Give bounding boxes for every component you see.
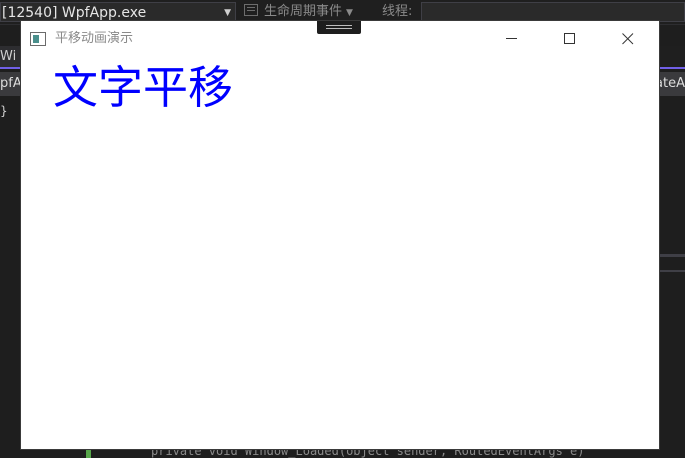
scrollbar-marker — [659, 270, 685, 272]
screen: [12540] WpfApp.exe ▼ 生命周期事件 ▼ 线程: Wi pfA … — [0, 0, 685, 458]
process-dropdown[interactable]: [12540] WpfApp.exe ▼ — [0, 2, 236, 22]
code-editor-line: private void Window_Loaded(object sender… — [0, 448, 685, 458]
tab-document[interactable]: Wi — [0, 46, 21, 68]
maximize-icon — [564, 33, 575, 44]
process-dropdown-value: [12540] WpfApp.exe — [2, 5, 147, 21]
lifecycle-events-label: 生命周期事件 — [264, 4, 343, 19]
wpf-window[interactable]: 平移动画演示 文字平移 — [21, 21, 659, 449]
maximize-button[interactable] — [547, 21, 593, 56]
window-app-icon[interactable] — [30, 32, 46, 46]
window-title: 平移动画演示 — [55, 31, 134, 46]
thread-dropdown[interactable] — [421, 2, 685, 22]
close-button[interactable] — [605, 21, 651, 56]
minimize-icon — [506, 38, 517, 39]
change-indicator — [86, 448, 91, 458]
close-icon — [622, 33, 634, 45]
minimize-button[interactable] — [489, 21, 535, 56]
animated-text: 文字平移 — [53, 61, 234, 114]
window-titlebar[interactable]: 平移动画演示 — [21, 21, 659, 56]
member-dropdown[interactable]: ateA — [657, 72, 685, 96]
code-line-text: private void Window_Loaded(object sender… — [151, 448, 585, 458]
project-dropdown[interactable]: pfA — [0, 72, 22, 96]
chevron-down-icon: ▼ — [224, 8, 231, 18]
drag-handle-icon[interactable] — [317, 21, 361, 34]
code-brace: } — [0, 104, 8, 118]
lifecycle-events-button[interactable]: 生命周期事件 ▼ — [244, 2, 353, 22]
chevron-down-icon: ▼ — [346, 8, 353, 18]
lifecycle-icon — [244, 4, 258, 16]
thread-label: 线程: — [382, 4, 413, 19]
scrollbar-marker — [659, 254, 685, 257]
